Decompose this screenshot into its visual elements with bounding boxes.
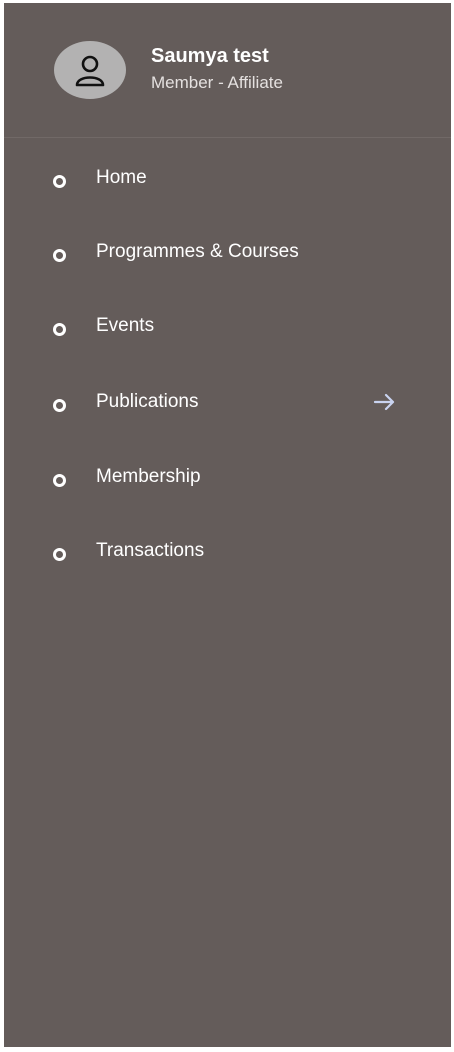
circle-bullet-icon	[53, 323, 66, 336]
menu-item-label: Home	[96, 167, 147, 188]
navigation-drawer: Saumya test Member - Affiliate Home Prog…	[4, 3, 451, 1047]
circle-bullet-icon	[53, 399, 66, 412]
menu-item-publications[interactable]: Publications	[4, 384, 451, 432]
circle-bullet-icon	[53, 474, 66, 487]
menu-item-label: Membership	[96, 466, 201, 487]
menu-item-label: Events	[96, 315, 155, 336]
user-role: Member - Affiliate	[151, 73, 283, 92]
menu-item-label: Transactions	[96, 540, 205, 561]
circle-bullet-icon	[53, 249, 66, 262]
menu-item-label: Programmes & Courses	[96, 241, 299, 262]
avatar[interactable]	[54, 41, 126, 99]
user-name: Saumya test	[151, 45, 269, 67]
profile-header[interactable]: Saumya test Member - Affiliate	[4, 3, 451, 138]
circle-bullet-icon	[53, 548, 66, 561]
menu-item-label: Publications	[96, 391, 199, 412]
menu-item-programmes-courses[interactable]: Programmes & Courses	[4, 234, 451, 282]
user-outline-icon	[75, 55, 105, 87]
menu-item-home[interactable]: Home	[4, 160, 451, 208]
menu-item-transactions[interactable]: Transactions	[4, 533, 451, 581]
menu-item-events[interactable]: Events	[4, 308, 451, 356]
menu-item-membership[interactable]: Membership	[4, 459, 451, 507]
circle-bullet-icon	[53, 175, 66, 188]
arrow-right-icon[interactable]	[372, 391, 398, 413]
